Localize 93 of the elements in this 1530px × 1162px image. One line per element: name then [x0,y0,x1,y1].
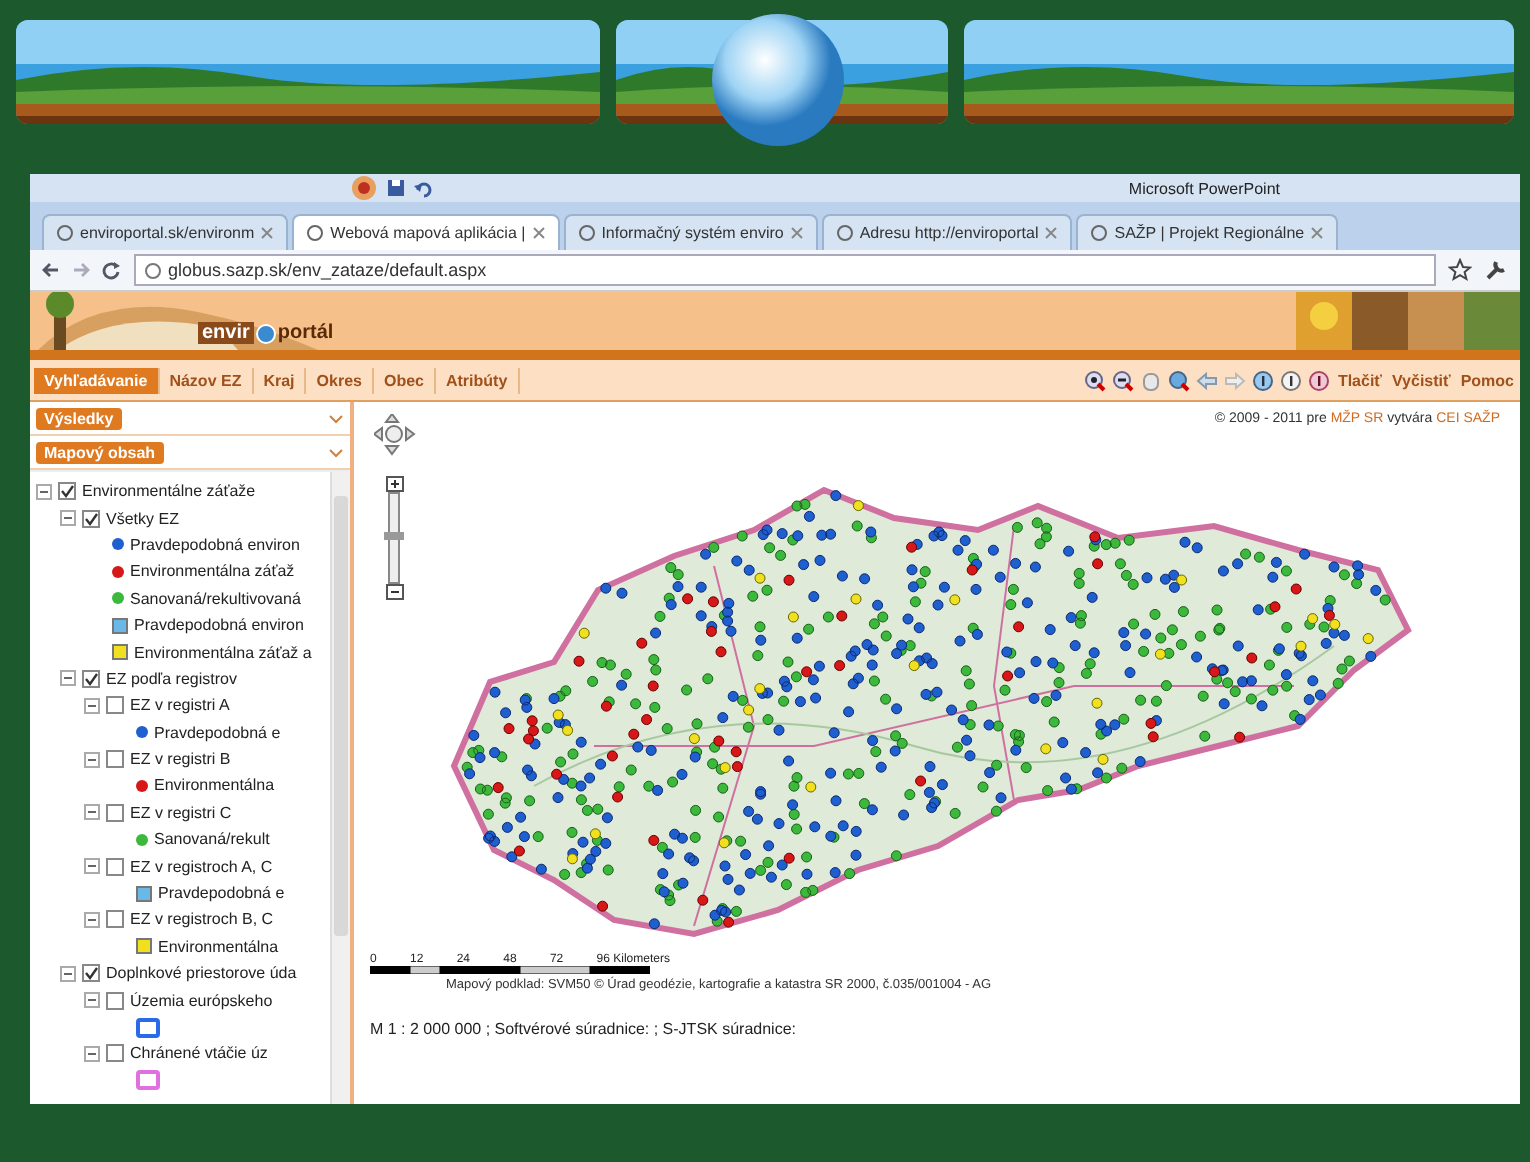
legend-label: Pravdepodobná environ [130,535,300,554]
circle-icon [835,224,854,242]
zoom-out-icon[interactable] [1111,369,1134,391]
browser-tab[interactable]: SAŽP | Projekt Regionálne [1076,214,1339,250]
checkbox[interactable] [82,509,100,528]
slider-thumb[interactable] [384,531,404,540]
layer-label: EZ v registri C [130,803,232,822]
browser-tab[interactable]: Webová mapová aplikácia | [292,214,560,250]
collapse-icon[interactable] [60,510,76,527]
circle-icon [1090,224,1109,242]
collapse-icon[interactable] [328,445,344,459]
portal-logo[interactable]: envir portál [198,322,334,350]
checkbox[interactable] [106,910,124,929]
browser-tab[interactable]: enviroportal.sk/environm [42,214,289,250]
checkbox[interactable] [58,482,76,501]
toolbar-link[interactable]: Tlačiť [1335,371,1384,389]
layer-label: EZ v registroch A, C [130,857,273,876]
layer-label: Všetky EZ [106,509,179,528]
pan-control-icon[interactable] [374,414,416,456]
legend-label: Sanovaná/rekultivovaná [130,589,301,608]
info-icon[interactable] [1307,369,1330,391]
collapse-icon[interactable] [84,911,100,928]
checkbox[interactable] [106,803,124,822]
info-icon[interactable] [1279,369,1302,391]
address-bar[interactable]: globus.sazp.sk/env_zataze/default.aspx [134,254,1436,286]
toolbar-link[interactable]: Pomoc [1458,371,1516,389]
close-icon[interactable] [531,226,546,240]
checkbox[interactable] [82,964,100,983]
checkbox[interactable] [106,857,124,876]
nav-tab[interactable]: Vyhľadávanie [34,367,160,393]
layer-label: Doplnkové priestorove úda [106,964,297,983]
info-icon[interactable] [1251,369,1274,391]
save-icon[interactable] [386,178,406,198]
status-text: M 1 : 2 000 000 ; Softvérové súradnice: ; S-JTSK súradnice: [370,1020,798,1038]
close-icon[interactable] [1310,226,1325,240]
collapse-icon[interactable] [60,965,76,982]
zoom-slider[interactable] [388,492,400,584]
reload-icon[interactable] [102,261,122,279]
browser-tab[interactable]: Informačný systém enviro [563,214,818,250]
close-icon[interactable] [260,226,275,240]
collapse-icon[interactable] [84,1045,100,1062]
legend-label: Environmentálna záťaž a [134,643,312,662]
nav-tab[interactable]: Kraj [253,367,307,393]
star-icon[interactable] [1448,258,1472,282]
nav-tab[interactable]: Názov EZ [159,367,254,393]
nav-tab[interactable]: Obec [373,367,436,393]
circle-icon [306,224,325,242]
scrollbar[interactable] [330,472,350,1104]
collapse-icon[interactable] [84,858,100,875]
nav-tab[interactable]: Atribúty [435,367,520,393]
collapse-icon[interactable] [84,697,100,714]
layer-label: EZ v registri B [130,750,231,769]
zoom-in-button-icon[interactable] [386,476,404,492]
layer-label: Územia európskeho [130,991,273,1010]
nav-tab[interactable]: Okres [306,367,374,393]
legend-label: Environmentálna [154,776,275,795]
layer-label: EZ podľa registrov [106,669,237,688]
checkbox[interactable] [106,1044,124,1063]
circle-icon [577,224,596,242]
legend-label: Pravdepodobná environ [134,616,304,635]
layer-label: Environmentálne záťaže [82,482,256,501]
layer-label: EZ v registroch B, C [130,910,274,929]
collapse-icon[interactable] [84,992,100,1009]
office-button-icon[interactable] [350,174,378,202]
panel-header[interactable]: Výsledky [36,407,122,429]
collapse-icon[interactable] [84,751,100,768]
collapse-icon[interactable] [36,483,52,500]
browser-tab[interactable]: Adresu http://enviroportal [821,214,1073,250]
collapse-icon[interactable] [328,411,344,425]
checkbox[interactable] [82,669,100,688]
toolbar-link[interactable]: Vyčistiť [1390,371,1453,389]
zoom-out-button-icon[interactable] [386,584,404,600]
legend-label: Pravdepodobná e [154,723,281,742]
checkbox[interactable] [106,696,124,715]
layer-label: Chránené vtáčie úz [130,1044,268,1063]
circle-icon [56,224,74,242]
legend-label: Pravdepodobná e [158,884,285,903]
collapse-icon[interactable] [60,670,76,687]
zoom-in-icon[interactable] [1083,369,1106,391]
back-icon[interactable] [42,262,60,278]
collapse-icon[interactable] [84,804,100,821]
wrench-icon[interactable] [1484,258,1508,282]
panel-header[interactable]: Mapový obsah [36,441,164,463]
close-icon[interactable] [1044,226,1059,240]
undo-icon[interactable] [414,178,434,198]
close-icon[interactable] [789,226,804,240]
layer-label: EZ v registri A [130,696,230,715]
legend-label: Environmentálna záťaž [130,562,295,581]
legend-label: Sanovaná/rekult [154,830,270,849]
window-title: Microsoft PowerPoint [1128,179,1280,197]
checkbox[interactable] [106,750,124,769]
checkbox[interactable] [106,991,124,1010]
legend-label: Environmentálna [158,937,279,956]
